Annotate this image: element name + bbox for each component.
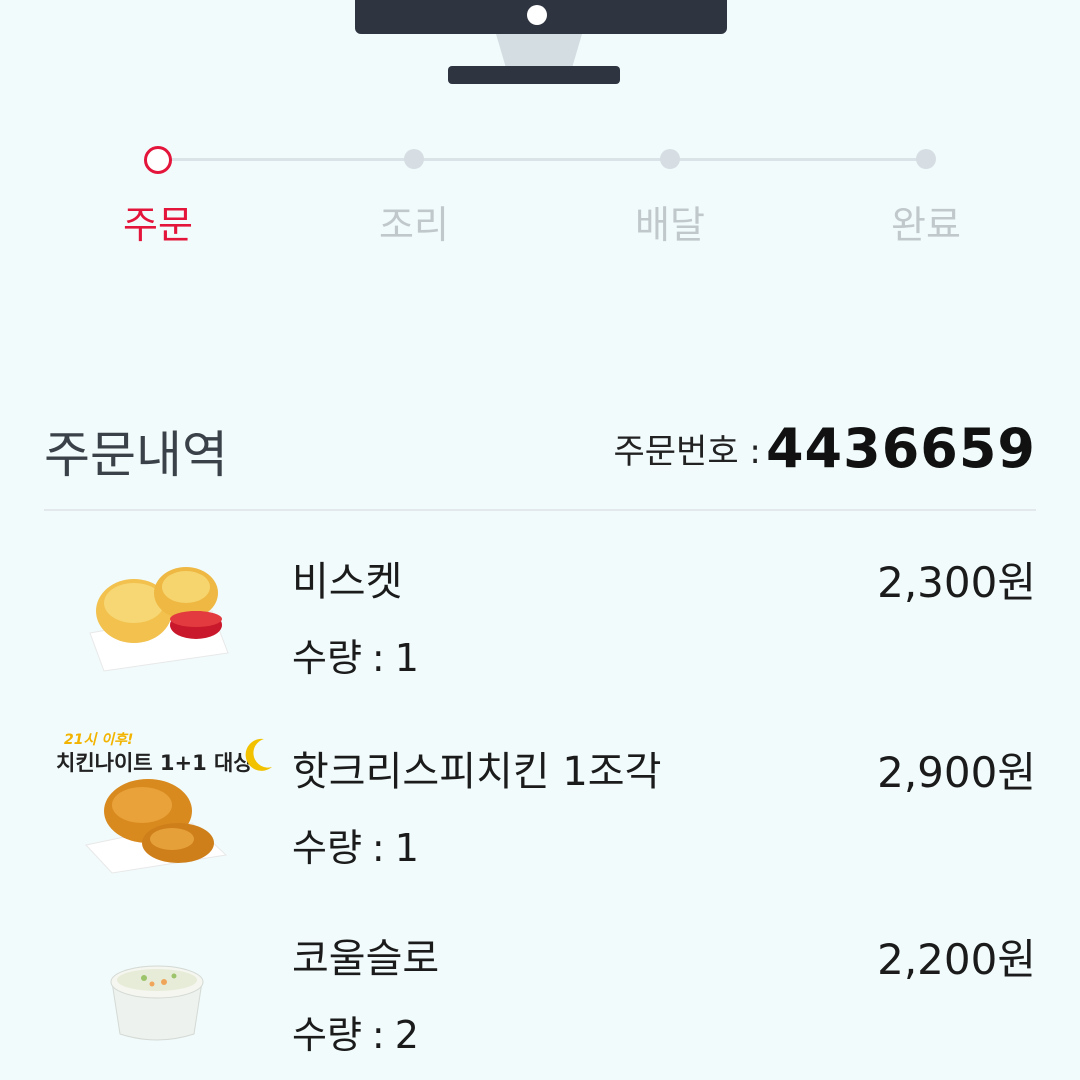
- item-name: 핫크리스피치킨 1조각: [292, 749, 662, 795]
- order-number-value: 4436659: [765, 417, 1036, 480]
- item-quantity-label: 수량: [292, 1013, 362, 1057]
- order-number: 주문번호 : 4436659: [614, 417, 1037, 480]
- item-name: 비스켓: [292, 559, 403, 605]
- order-progress-tracker: 주문 조리 배달 완료: [0, 130, 1080, 260]
- step-cooking-label: 조리: [379, 203, 449, 247]
- order-item: 코울슬로 수량:2 2,200원: [44, 912, 1036, 1080]
- item-quantity: 수량:1: [292, 636, 419, 680]
- order-item: 비스켓 수량:1 2,300원: [44, 535, 1036, 705]
- step-complete-dot: [916, 149, 936, 169]
- step-delivery-label: 배달: [635, 203, 705, 247]
- biscuit-image-icon: [89, 567, 229, 672]
- step-order-label: 주문: [123, 203, 193, 247]
- item-price: 2,200원: [877, 935, 1036, 984]
- item-quantity: 수량:2: [292, 1013, 419, 1057]
- item-quantity-label: 수량: [292, 826, 362, 870]
- order-status-page: 주문 조리 배달 완료 주문내역 주문번호 : 4436659 비스켓 수량:…: [0, 0, 1080, 1080]
- item-quantity: 수량:1: [292, 826, 419, 870]
- promo-title: 치킨나이트 1+1 대상: [56, 751, 253, 775]
- order-item: 21시 이후! 치킨나이트 1+1 대상 핫크리스피치킨 1조각 수량:1 2,…: [44, 725, 1036, 895]
- order-header: 주문내역 주문번호 : 4436659: [44, 405, 1036, 511]
- item-price: 2,900원: [877, 748, 1036, 797]
- item-quantity-value: 2: [394, 1013, 419, 1057]
- step-delivery-dot: [660, 149, 680, 169]
- order-number-label: 주문번호 :: [613, 432, 761, 472]
- item-quantity-value: 1: [394, 826, 419, 870]
- progress-line: [158, 158, 928, 161]
- fried-chicken-image-icon: [85, 779, 228, 874]
- coleslaw-image-icon: [110, 965, 204, 1041]
- step-cooking-dot: [404, 149, 424, 169]
- order-title: 주문내역: [44, 426, 228, 484]
- item-price: 2,300원: [877, 558, 1036, 607]
- step-order-dot: [144, 146, 172, 174]
- moon-icon: [245, 738, 272, 771]
- item-name: 코울슬로: [292, 936, 440, 982]
- step-complete-label: 완료: [891, 203, 961, 247]
- item-quantity-label: 수량: [292, 636, 362, 680]
- monitor-illustration-icon: [355, 0, 727, 84]
- promo-time-label: 21시 이후!: [64, 732, 134, 748]
- item-quantity-value: 1: [394, 636, 419, 680]
